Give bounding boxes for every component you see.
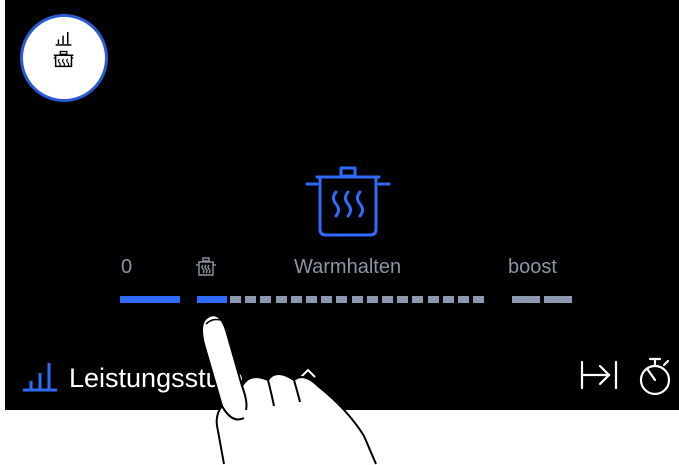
- slider-segment[interactable]: [412, 296, 424, 303]
- mode-selector-button[interactable]: [20, 14, 108, 102]
- power-level-icon: [23, 363, 57, 392]
- keep-warm-pot-icon: [196, 257, 216, 276]
- level-zero-label: 0: [121, 256, 133, 278]
- slider-segment[interactable]: [321, 296, 333, 303]
- slider-segment[interactable]: [260, 296, 272, 303]
- slider-segment[interactable]: [290, 296, 302, 303]
- chevron-up-icon[interactable]: [299, 366, 317, 380]
- slider-segment[interactable]: [336, 296, 348, 303]
- power-level-slider[interactable]: [120, 290, 575, 310]
- collapse-button[interactable]: [579, 358, 619, 392]
- slider-segment[interactable]: [351, 296, 363, 303]
- slider-segment[interactable]: [120, 296, 180, 303]
- slider-segment[interactable]: [397, 296, 409, 303]
- slider-segment[interactable]: [473, 296, 485, 303]
- steaming-pot-icon: [305, 166, 391, 237]
- power-level-pot-icon: [53, 31, 74, 68]
- slider-segment[interactable]: [512, 296, 540, 303]
- cooktop-display: 0 Warmhalten boost Leistungsstufe: [5, 0, 679, 410]
- timer-button[interactable]: [638, 356, 672, 396]
- slider-segment[interactable]: [382, 296, 393, 303]
- slider-segment[interactable]: [544, 296, 572, 303]
- slider-segment[interactable]: [458, 296, 469, 303]
- slider-segment[interactable]: [366, 296, 378, 303]
- power-level-label[interactable]: Leistungsstufe: [69, 363, 243, 394]
- boost-label: boost: [508, 256, 557, 278]
- slider-segment[interactable]: [275, 296, 287, 303]
- slider-segment[interactable]: [442, 296, 454, 303]
- slider-segment[interactable]: [427, 296, 439, 303]
- slider-segment[interactable]: [197, 296, 227, 303]
- keep-warm-label: Warmhalten: [294, 256, 402, 278]
- slider-segment[interactable]: [245, 296, 257, 303]
- slider-segment[interactable]: [306, 296, 317, 303]
- slider-segment[interactable]: [230, 296, 241, 303]
